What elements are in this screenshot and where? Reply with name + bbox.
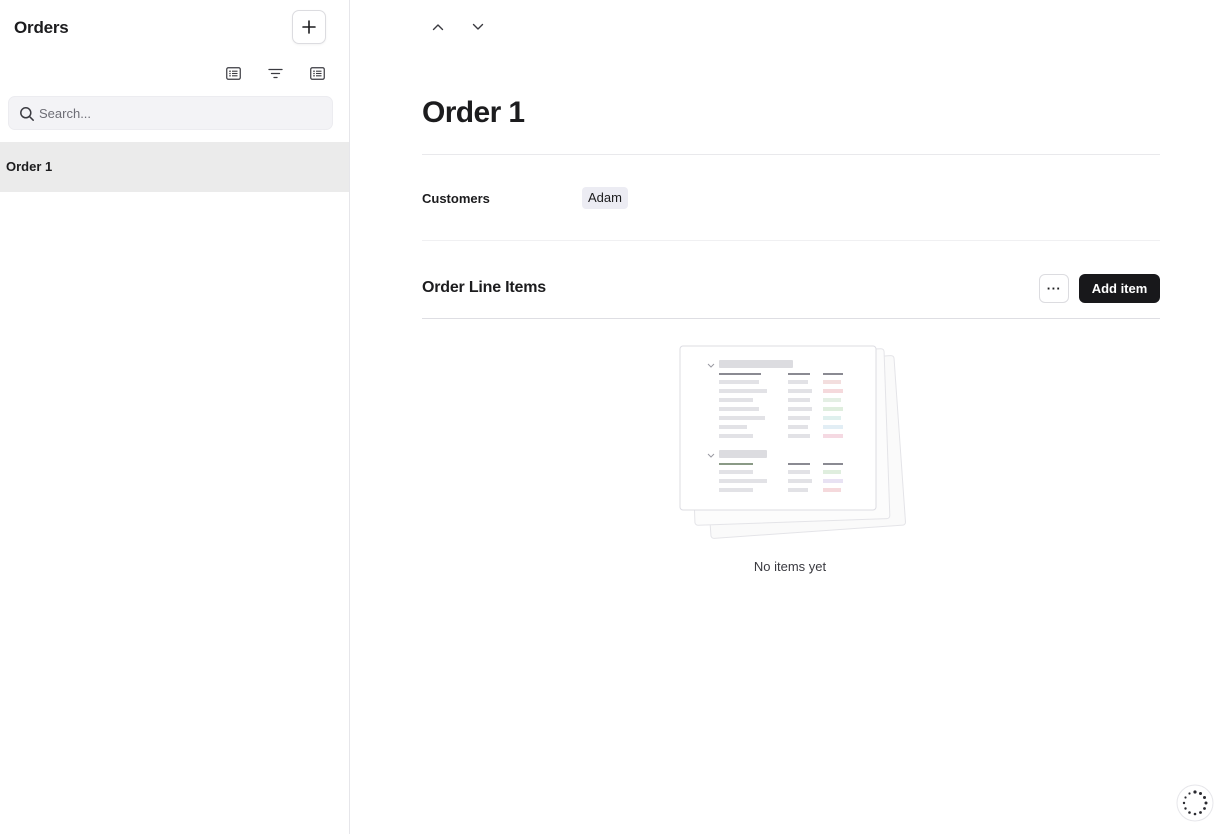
search-input[interactable] [39,97,324,129]
divider [422,154,1160,155]
more-options-button[interactable]: ··· [1039,274,1069,303]
empty-state-text: No items yet [753,559,827,574]
search-icon [20,107,34,121]
empty-state-illustration [679,345,906,539]
list-item-label: Order 1 [6,159,53,174]
list-view-icon[interactable] [223,64,243,82]
sidebar-title: Orders [14,18,69,37]
add-order-button[interactable] [292,10,326,44]
section-title: Order Line Items [422,279,546,296]
list-view-icon[interactable] [307,64,327,82]
search-field[interactable] [8,96,333,130]
sidebar: Orders Search... Order 1 [0,0,350,834]
list-item[interactable]: Order 1 [0,142,349,192]
field-label-customers: Customers [422,191,490,206]
filter-icon[interactable] [265,64,285,82]
chevron-down-icon[interactable] [468,17,488,37]
loading-spinner-icon [1176,784,1214,822]
divider [422,240,1160,241]
chevron-up-icon[interactable] [428,17,448,37]
add-item-button[interactable]: Add item [1079,274,1160,303]
app-root: Orders Search... Order 1 Order 1 Custome… [0,0,1220,834]
customer-chip[interactable]: Adam [582,187,628,209]
page-title: Order 1 [422,96,525,129]
divider [422,318,1160,319]
plus-icon [302,20,316,34]
